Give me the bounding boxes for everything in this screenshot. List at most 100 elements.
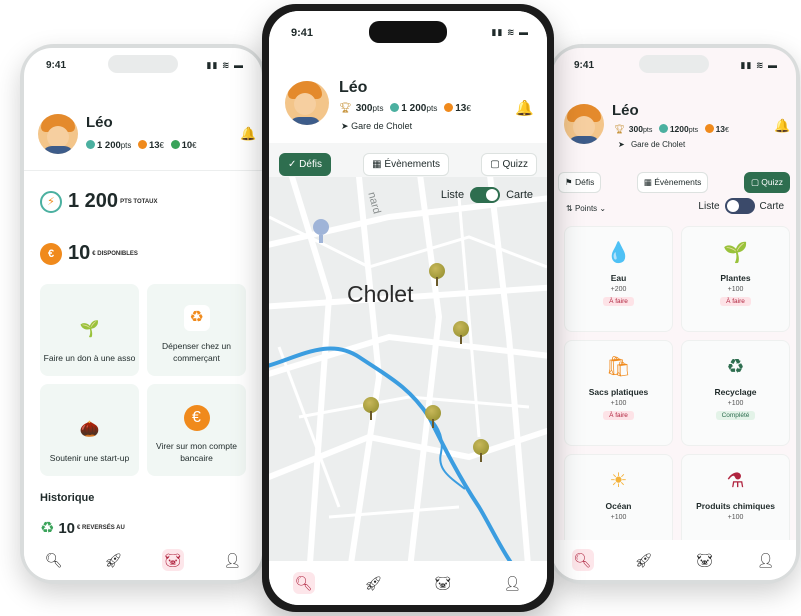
navigation-arrow-icon: ➤ [618, 140, 625, 149]
points-icon [390, 103, 400, 112]
dynamic-island [369, 21, 447, 43]
startup-tile[interactable]: 🌰 Soutenir une start-up [40, 384, 139, 476]
search-icon[interactable]: 🔍︎ [292, 572, 315, 594]
history-value: 10 [58, 519, 76, 537]
bell-icon[interactable]: 🔔 [774, 118, 790, 134]
challenge-pin[interactable] [429, 263, 445, 286]
total-points-row: ⚡ 1 200 PTS TOTAUX [40, 190, 158, 213]
rocket-icon[interactable]: 🚀︎ [102, 549, 124, 571]
rocket-icon[interactable]: 🚀︎ [633, 549, 655, 571]
rocket-icon[interactable]: 🚀︎ [362, 572, 384, 594]
chip-evenements[interactable]: ▦ Évènements [363, 153, 449, 176]
map-streets [269, 177, 547, 565]
challenge-pin[interactable] [473, 439, 489, 462]
view-switch[interactable] [470, 187, 501, 203]
right-phone: 9:41 ▮▮ ≋ ▬ Léo 🏆︎ 300pts 1200pts 13€ ➤ G… [548, 44, 800, 584]
sprout-icon: 🌱 [79, 320, 100, 338]
tab-bar: 🔍︎ 🚀︎ 🐷︎ 👤︎ [552, 540, 796, 580]
challenge-points: +100 [727, 514, 744, 521]
challenge-card[interactable]: 🌱 Plantes +100 À faire [681, 226, 790, 332]
bank-transfer-tile[interactable]: € Virer sur mon compte bancaire [147, 384, 246, 476]
piggy-bank-icon[interactable]: 🐷︎ [161, 549, 184, 571]
piggy-bank-icon[interactable]: 🐷︎ [694, 549, 716, 571]
chevron-down-icon: ⌄ [599, 204, 607, 213]
search-icon[interactable]: 🔍︎ [43, 549, 65, 571]
avatar[interactable] [285, 81, 329, 125]
points-icon [658, 124, 668, 133]
sort-icon: ⇅ [566, 204, 573, 213]
plant-box-icon: 🌱 [723, 241, 748, 264]
challenges-grid: 💧 Eau +200 À faire 🌱 Plantes +100 À fair… [564, 226, 790, 560]
chip-defis[interactable]: ✓ Défis [279, 153, 331, 176]
user-name: Léo [339, 79, 368, 96]
status-badge: À faire [720, 297, 751, 306]
profile-icon[interactable]: 👤︎ [501, 572, 523, 594]
user-name: Léo [612, 102, 639, 119]
user-stats: 1 200pts 13€ 10€ [86, 140, 201, 151]
challenge-name: Recyclage [714, 387, 757, 397]
challenge-pin[interactable] [453, 321, 469, 344]
actions-grid: 🌱 Faire un don à une asso ♻ Dépenser che… [40, 284, 246, 476]
tab-bar: 🔍︎ 🚀︎ 🐷︎ 👤︎ [24, 540, 262, 580]
points-icon [86, 140, 95, 149]
chip-defis[interactable]: ⚑ Défis [558, 172, 602, 193]
status-badge: À faire [603, 297, 634, 306]
challenge-name: Sacs platiques [588, 387, 649, 397]
euro-coin-icon [704, 124, 714, 133]
chip-quizz[interactable]: ▢ Quizz [481, 153, 537, 176]
history-row[interactable]: ♻ 10 € REVERSÉS AU [40, 518, 125, 538]
challenge-name: Produits chimiques [696, 501, 775, 511]
calendar-icon: ▦ [643, 177, 652, 187]
location-label: Gare de Cholet [630, 140, 686, 149]
view-switch[interactable] [724, 198, 755, 214]
left-phone: 9:41 ▮▮ ≋ ▬ Léo 1 200pts 13€ 10€ 🔔 ⚡ 1 2… [20, 44, 266, 584]
category-chips: ⚑ Défis ▦ Évènements ▢ Quizz [558, 172, 790, 193]
ocean-icon: ☀ [609, 469, 628, 492]
tile-label: Faire un don à une asso [43, 352, 136, 363]
chemical-icon: ⚗ [726, 469, 745, 492]
bell-icon[interactable]: 🔔 [240, 126, 256, 142]
profile-icon[interactable]: 👤︎ [221, 549, 243, 571]
euro-coin-icon [444, 103, 454, 112]
trophy-icon: 🏆︎ [614, 124, 625, 134]
recycle-icon [170, 140, 180, 149]
tile-label: Virer sur mon compte bancaire [155, 441, 238, 463]
points-filter[interactable]: ⇅ Points ⌄ [566, 204, 606, 213]
plastic-bag-icon: 🛍︎ [605, 355, 632, 378]
map-view[interactable]: nard Cholet [269, 177, 547, 565]
profile-icon[interactable]: 👤︎ [755, 549, 777, 571]
challenge-points: +100 [727, 400, 744, 407]
chip-evenements[interactable]: ▦ Évènements [636, 172, 709, 193]
bell-icon[interactable]: 🔔 [515, 99, 534, 117]
history-title: Historique [40, 492, 95, 504]
avatar[interactable] [38, 114, 78, 154]
chip-quizz[interactable]: ▢ Quizz [743, 172, 790, 193]
spend-tile[interactable]: ♻ Dépenser chez un commerçant [147, 284, 246, 376]
challenges-list-screen: 9:41 ▮▮ ≋ ▬ Léo 🏆︎ 300pts 1200pts 13€ ➤ G… [552, 48, 796, 580]
tile-label: Dépenser chez un commerçant [162, 341, 231, 363]
challenge-card[interactable]: 💧 Eau +200 À faire [564, 226, 673, 332]
tab-bar: 🔍︎ 🚀︎ 🐷︎ 👤︎ [269, 561, 547, 605]
challenge-pin[interactable] [425, 405, 441, 428]
status-badge: À faire [603, 411, 634, 420]
navigation-arrow-icon: ➤ [341, 121, 349, 131]
water-drop-icon: 💧 [606, 241, 631, 264]
check-icon: ✓ [288, 159, 297, 170]
toggle-liste-label: Liste [440, 189, 465, 201]
history-label: € REVERSÉS AU [77, 525, 125, 531]
available-euros-value: 10 [68, 242, 91, 264]
challenge-pin[interactable] [363, 397, 379, 420]
signal-wifi-battery-icon: ▮▮ ≋ ▬ [206, 60, 244, 70]
piggy-bank-icon[interactable]: 🐷︎ [432, 572, 454, 594]
total-points-label: PTS TOTAUX [120, 198, 158, 205]
search-icon[interactable]: 🔍︎ [571, 549, 594, 571]
avatar[interactable] [564, 104, 604, 144]
view-toggle[interactable]: Liste Carte [441, 187, 533, 203]
trophy-icon: 🏆︎ [339, 103, 352, 114]
challenge-card[interactable]: ♻ Recyclage +100 Complété [681, 340, 790, 446]
view-toggle[interactable]: Liste Carte [698, 198, 784, 214]
tile-label: Soutenir une start-up [49, 452, 130, 463]
challenge-card[interactable]: 🛍︎ Sacs platiques +100 À faire [564, 340, 673, 446]
donate-tile[interactable]: 🌱 Faire un don à une asso [40, 284, 139, 376]
map-screen: 9:41 ▮▮ ≋ ▬ Léo 🏆︎ 300pts 1 200pts 13€ ➤ … [269, 11, 547, 605]
